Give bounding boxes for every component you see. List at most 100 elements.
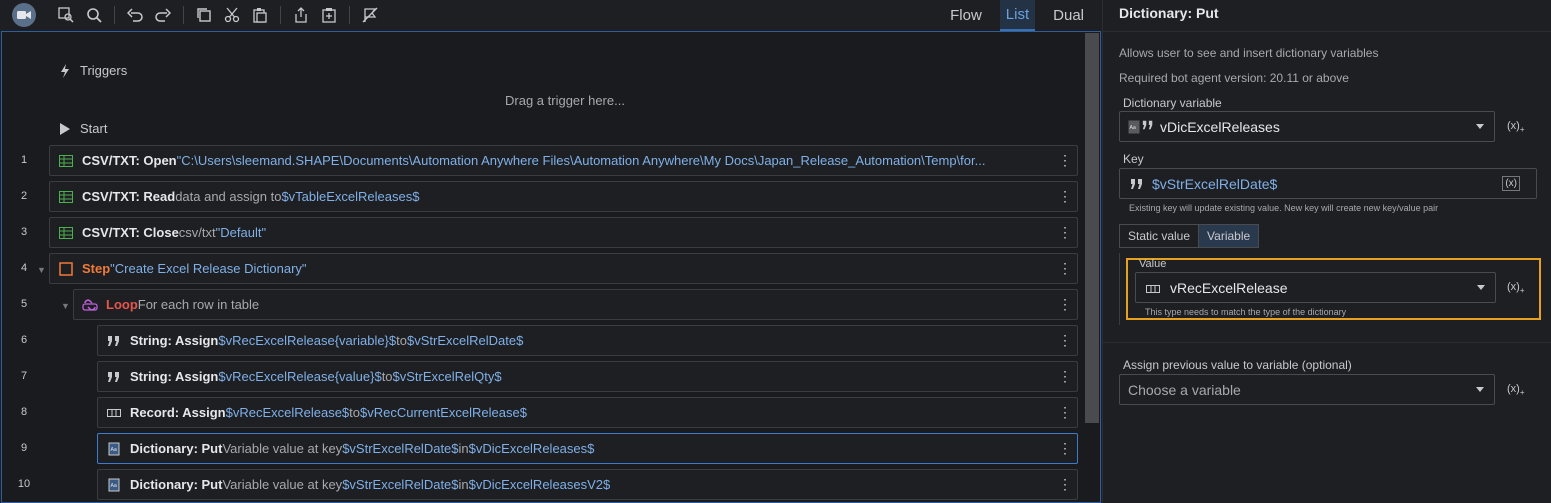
more-options-icon[interactable]: ⋮: [1053, 476, 1077, 493]
command-params: "C:\Users\sleemand.SHAPE\Documents\Autom…: [176, 153, 986, 168]
disable-button[interactable]: [356, 3, 384, 27]
command-variable: $vDicExcelReleasesV2$: [468, 477, 611, 492]
search-in-view-button[interactable]: [52, 3, 80, 27]
record-button[interactable]: [12, 3, 36, 27]
csv-table-icon: [58, 153, 74, 169]
view-switcher: Flow List Dual: [950, 0, 1084, 31]
search-button[interactable]: [80, 3, 108, 27]
insert-variable-icon[interactable]: (x)+: [1507, 281, 1525, 295]
line-number: 4: [20, 262, 28, 274]
static-value-option[interactable]: Static value: [1120, 225, 1198, 247]
variable-picker-icon[interactable]: (x): [1502, 176, 1520, 191]
cut-button[interactable]: [218, 3, 246, 27]
action-row-selected[interactable]: Aa Dictionary: Put Variable value at key…: [97, 433, 1078, 464]
tab-dual[interactable]: Dual: [1053, 1, 1084, 30]
redo-button[interactable]: [149, 3, 177, 27]
command-variable: $vStrExcelRelDate$: [342, 441, 459, 456]
command-variable: $vRecExcelRelease$: [225, 405, 350, 420]
chevron-down-icon: [1476, 124, 1484, 129]
command-variable: $vDicExcelReleases$: [468, 441, 595, 456]
more-options-icon[interactable]: ⋮: [1053, 368, 1077, 385]
quote-icon: [1130, 176, 1144, 192]
command-text: csv/txt: [178, 225, 216, 240]
action-row[interactable]: CSV/TXT: Read data and assign to $vTable…: [49, 181, 1078, 212]
command-name: Dictionary: Put: [130, 441, 223, 456]
line-number: 5: [20, 298, 28, 310]
assign-previous-placeholder: Choose a variable: [1128, 381, 1241, 398]
dictionary-variable-select[interactable]: Aa vDicExcelReleases: [1119, 111, 1495, 142]
action-row[interactable]: Step "Create Excel Release Dictionary" ⋮: [49, 253, 1078, 284]
toolbar-divider: [183, 6, 184, 24]
insert-variable-icon[interactable]: (x)+: [1507, 120, 1525, 134]
command-variable: $vRecExcelRelease{value}$: [218, 369, 382, 384]
toolbar-divider: [114, 6, 115, 24]
copy-icon: [197, 8, 211, 22]
more-options-icon[interactable]: ⋮: [1053, 440, 1077, 457]
action-row[interactable]: CSV/TXT: Open "C:\Users\sleemand.SHAPE\D…: [49, 145, 1078, 176]
variable-option[interactable]: Variable: [1198, 225, 1259, 247]
tab-flow[interactable]: Flow: [950, 1, 982, 30]
command-variable: $vTableExcelReleases$: [281, 189, 420, 204]
command-name: CSV/TXT: Read: [82, 189, 176, 204]
command-name: Dictionary: Put: [130, 477, 223, 492]
line-number: 7: [20, 370, 28, 382]
collapse-step-toggle[interactable]: ▼: [37, 265, 46, 275]
command-text: in: [458, 477, 469, 492]
start-node: Start: [60, 121, 107, 136]
copy-button[interactable]: [190, 3, 218, 27]
tab-list[interactable]: List: [999, 0, 1036, 31]
more-options-icon[interactable]: ⋮: [1053, 152, 1077, 169]
command-variable: $vStrExcelRelDate$: [406, 333, 524, 348]
insert-variable-icon[interactable]: (x)+: [1507, 383, 1525, 397]
csv-table-icon: [58, 189, 74, 205]
command-name: CSV/TXT: Open: [82, 153, 177, 168]
dictionary-variable-label: Dictionary variable: [1123, 96, 1222, 110]
quote-icon: [106, 369, 122, 385]
trigger-drop-zone[interactable]: Drag a trigger here...: [505, 93, 625, 108]
value-select[interactable]: vRecExcelRelease: [1135, 272, 1496, 303]
triggers-section[interactable]: Triggers: [60, 63, 127, 78]
paste-icon: [253, 8, 267, 23]
app-window: Flow List Dual Triggers Drag a trigger h…: [0, 0, 1551, 503]
command-name: String: Assign: [130, 369, 219, 384]
more-options-icon[interactable]: ⋮: [1053, 260, 1077, 277]
key-label: Key: [1123, 152, 1144, 166]
command-variable: $vStrExcelRelDate$: [342, 477, 459, 492]
more-options-icon[interactable]: ⋮: [1053, 188, 1077, 205]
action-row[interactable]: Record: Assign $vRecExcelRelease$ to $vR…: [97, 397, 1078, 428]
undo-button[interactable]: [121, 3, 149, 27]
action-row[interactable]: String: Assign $vRecExcelRelease{value}$…: [97, 361, 1078, 392]
svg-text:Aa: Aa: [111, 483, 117, 489]
chevron-down-icon: [1477, 285, 1485, 290]
action-row[interactable]: Aa Dictionary: Put Variable value at key…: [97, 469, 1078, 500]
value-group-rule: [1119, 253, 1120, 325]
properties-panel: Dictionary: Put Allows user to see and i…: [1102, 0, 1551, 503]
scissors-icon: [224, 7, 240, 23]
undo-icon: [127, 8, 143, 22]
dictionary-type-icon: Aa: [1128, 120, 1154, 134]
more-options-icon[interactable]: ⋮: [1053, 296, 1077, 313]
paste-button[interactable]: [246, 3, 274, 27]
more-options-icon[interactable]: ⋮: [1053, 224, 1077, 241]
clipboard-button[interactable]: [315, 3, 343, 27]
start-label: Start: [80, 121, 108, 136]
panel-divider: [1103, 31, 1551, 32]
lightning-icon: [61, 63, 69, 78]
command-variable: "Create Excel Release Dictionary": [110, 261, 307, 276]
export-icon: [295, 7, 307, 23]
svg-text:Aa: Aa: [111, 447, 117, 453]
collapse-loop-toggle[interactable]: ▼: [61, 301, 70, 311]
toolbar-divider: [349, 6, 350, 24]
export-button[interactable]: [287, 3, 315, 27]
more-options-icon[interactable]: ⋮: [1053, 404, 1077, 421]
assign-previous-select[interactable]: Choose a variable: [1119, 374, 1495, 405]
line-number: 2: [20, 190, 28, 202]
action-row[interactable]: Loop For each row in table ⋮: [73, 289, 1078, 320]
key-input[interactable]: $vStrExcelRelDate$ (x): [1119, 168, 1537, 199]
canvas-scrollbar[interactable]: [1085, 33, 1099, 423]
action-row[interactable]: CSV/TXT: Close csv/txt "Default" ⋮: [49, 217, 1078, 248]
command-name: CSV/TXT: Close: [82, 225, 179, 240]
step-icon: [58, 261, 74, 277]
action-row[interactable]: String: Assign $vRecExcelRelease{variabl…: [97, 325, 1078, 356]
more-options-icon[interactable]: ⋮: [1053, 332, 1077, 349]
